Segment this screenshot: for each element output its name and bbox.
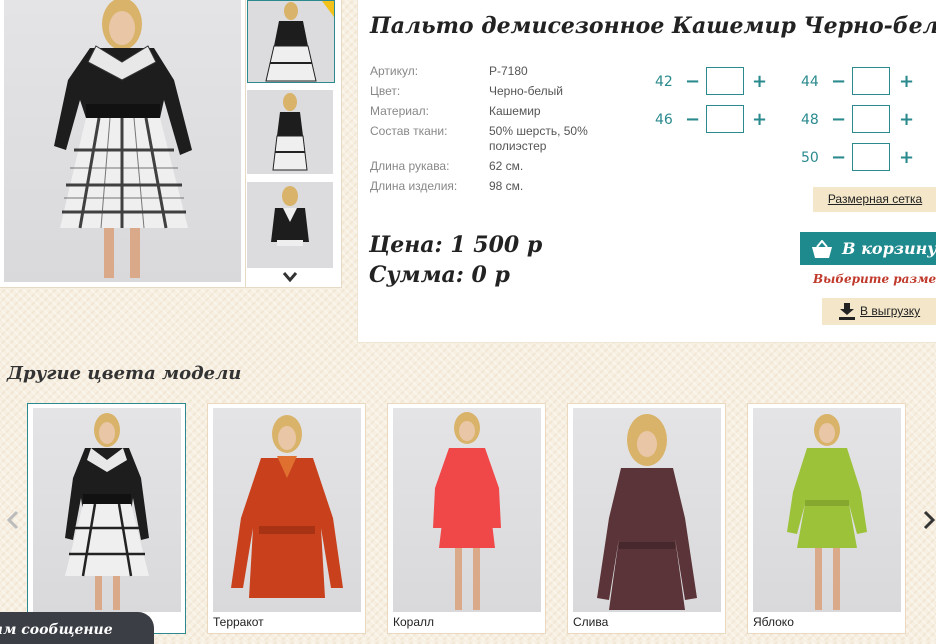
thumbnail-3[interactable] (247, 182, 333, 268)
color-variant-5[interactable]: Яблоко (747, 403, 906, 634)
cart-icon (810, 238, 834, 258)
main-product-photo[interactable] (4, 0, 241, 282)
size-label-46: 46 (655, 112, 673, 128)
spec-value-material: Кашемир (489, 104, 541, 118)
spec-value-sleeve: 62 см. (489, 159, 524, 173)
spec-label-color: Цвет: (370, 84, 401, 98)
color-variant-4[interactable]: Слива (567, 403, 726, 634)
size-48-plus-button[interactable]: + (899, 111, 914, 129)
size-48-qty-input[interactable] (852, 105, 890, 133)
color-variant-photo (573, 408, 721, 612)
color-variant-photo (33, 408, 181, 612)
size-chart-button[interactable]: Размерная сетка (813, 187, 936, 212)
size-42-qty-input[interactable] (706, 67, 744, 95)
size-label-44: 44 (801, 74, 819, 90)
color-variant-label: Терракот (213, 615, 264, 629)
size-50-plus-button[interactable]: + (899, 149, 914, 167)
size-44-plus-button[interactable]: + (899, 73, 914, 91)
size-44-minus-button[interactable]: − (831, 73, 846, 91)
add-to-cart-label: В корзину (842, 239, 936, 258)
spec-value-color: Черно-белый (489, 84, 563, 98)
spec-label-composition: Состав ткани: (370, 124, 448, 138)
pick-size-warning: Выберите размер! (813, 272, 936, 286)
chevron-right-icon[interactable] (922, 510, 936, 530)
color-variant-label: Коралл (393, 615, 435, 629)
size-label-42: 42 (655, 74, 673, 90)
chevron-left-icon[interactable] (6, 510, 20, 530)
other-colors-title: Другие цвета модели (7, 363, 242, 384)
download-icon (838, 303, 856, 320)
spec-label-material: Материал: (370, 104, 429, 118)
thumbnail-1[interactable] (247, 0, 335, 83)
color-variant-photo (393, 408, 541, 612)
spec-value-article: P-7180 (489, 64, 528, 78)
chevron-down-icon[interactable] (282, 270, 298, 283)
color-variant-1[interactable] (27, 403, 186, 634)
main-product-photo-frame (0, 0, 246, 288)
color-variant-photo (213, 408, 361, 612)
size-50-qty-input[interactable] (852, 143, 890, 171)
sum-label: Сумма: 0 р (369, 262, 510, 288)
spec-label-sleeve: Длина рукава: (370, 159, 450, 173)
size-label-50: 50 (801, 150, 819, 166)
product-title: Пальто демисезонное Кашемир Черно-белый (370, 13, 936, 39)
size-label-48: 48 (801, 112, 819, 128)
size-44-qty-input[interactable] (852, 67, 890, 95)
size-46-qty-input[interactable] (706, 105, 744, 133)
size-42-plus-button[interactable]: + (752, 73, 767, 91)
price-label: Цена: 1 500 р (369, 232, 543, 258)
export-label: В выгрузку (860, 304, 921, 318)
color-variant-2[interactable]: Терракот (207, 403, 366, 634)
thumbnail-column (246, 0, 342, 288)
send-message-tab[interactable]: ам сообщение (0, 612, 154, 644)
thumbnail-2[interactable] (247, 90, 333, 174)
color-variant-photo (753, 408, 901, 612)
size-48-minus-button[interactable]: − (831, 111, 846, 129)
spec-value-composition: 50% шерсть, 50% полиэстер (489, 124, 588, 153)
spec-label-article: Артикул: (370, 64, 419, 78)
size-46-minus-button[interactable]: − (685, 111, 700, 129)
size-42-minus-button[interactable]: − (685, 73, 700, 91)
product-info-panel: Пальто демисезонное Кашемир Черно-белый … (357, 0, 936, 343)
export-button[interactable]: В выгрузку (822, 298, 936, 325)
color-variant-label: Слива (573, 615, 609, 629)
size-50-minus-button[interactable]: − (831, 149, 846, 167)
color-variant-label: Яблоко (753, 615, 794, 629)
spec-label-length: Длина изделия: (370, 179, 458, 193)
spec-value-length: 98 см. (489, 179, 524, 193)
color-variant-3[interactable]: Коралл (387, 403, 546, 634)
size-46-plus-button[interactable]: + (752, 111, 767, 129)
add-to-cart-button[interactable]: В корзину (800, 232, 936, 265)
